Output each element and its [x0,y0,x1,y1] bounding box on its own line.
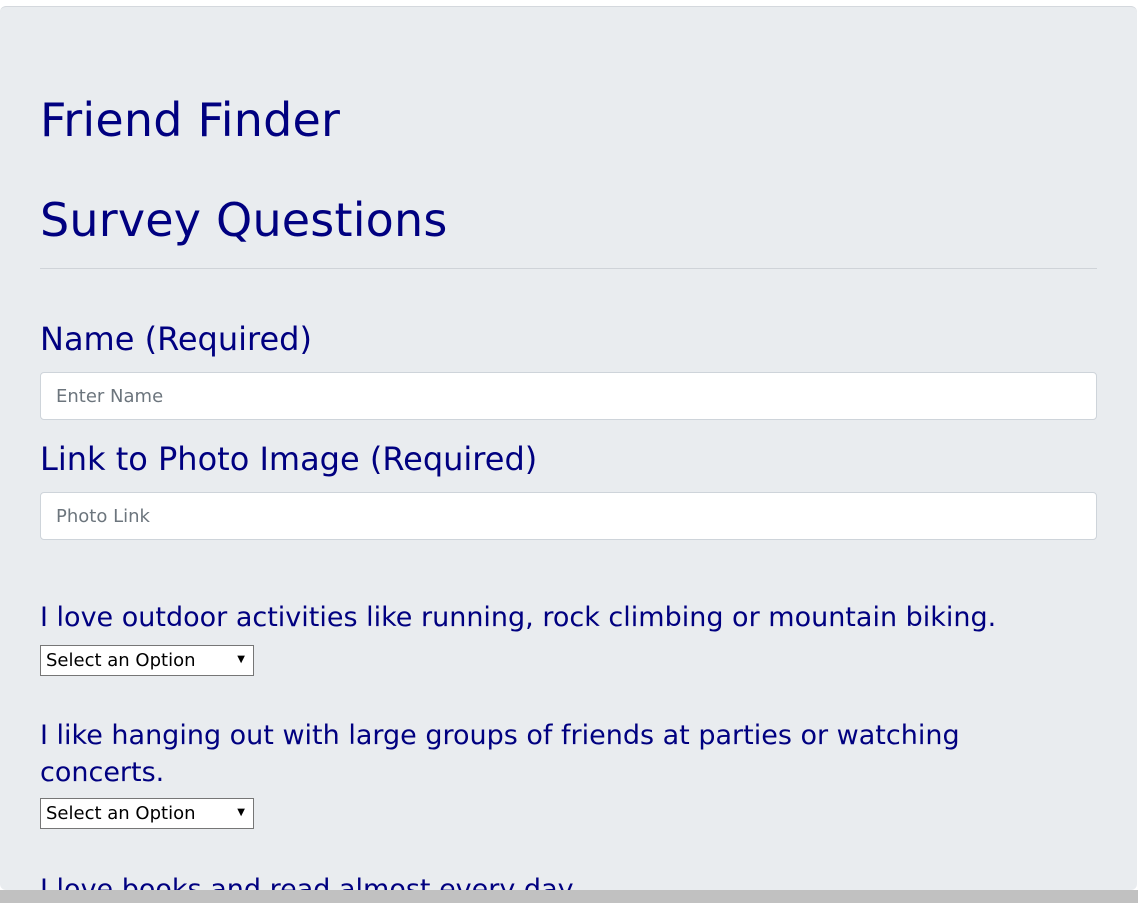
question-2-select[interactable]: Select an Option ▼ [40,798,254,829]
horizontal-scrollbar[interactable] [0,890,1138,903]
question-1-select[interactable]: Select an Option ▼ [40,645,254,676]
question-1-text: I love outdoor activities like running, … [40,602,997,633]
name-label: Name (Required) [40,320,312,358]
name-input[interactable] [40,372,1097,420]
question-3-text: I love books and read almost every day. [40,874,579,890]
question-2-text: I like hanging out with large groups of … [40,720,960,788]
photo-link-label: Link to Photo Image (Required) [40,440,538,478]
photo-link-input[interactable] [40,492,1097,540]
triangle-down-icon: ▼ [237,807,245,818]
survey-container: Friend Finder Survey Questions Name (Req… [0,6,1137,890]
question-2-select-value: Select an Option [46,803,196,824]
section-title: Survey Questions [40,193,448,247]
section-divider [40,268,1097,269]
app-title: Friend Finder [40,93,341,147]
question-1-select-value: Select an Option [46,650,196,671]
triangle-down-icon: ▼ [237,654,245,665]
